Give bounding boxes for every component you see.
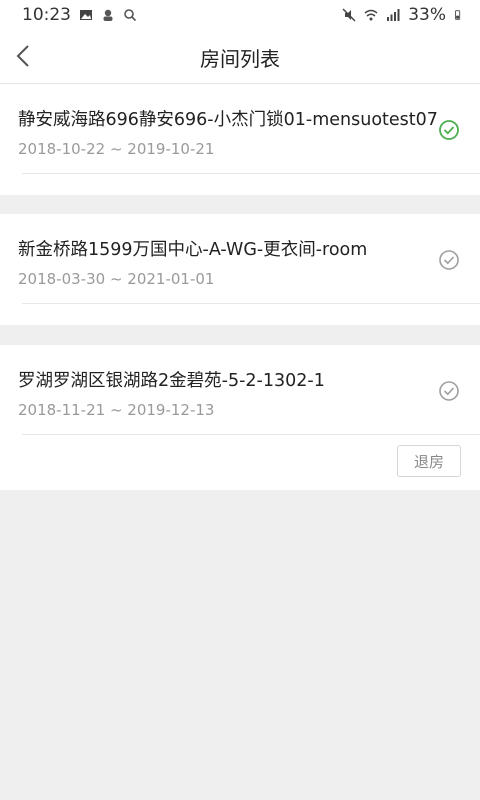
- room-card[interactable]: 罗湖罗湖区银湖路2金碧苑-5-2-1302-1 2018-11-21 ~ 201…: [0, 345, 480, 490]
- room-dates: 2018-03-30 ~ 2021-01-01: [18, 270, 215, 288]
- back-button[interactable]: [8, 40, 40, 72]
- page-title: 房间列表: [200, 46, 280, 71]
- room-card[interactable]: 静安威海路696静安696-小杰门锁01-mensuotest07 2018-1…: [0, 84, 480, 195]
- check-circle-icon[interactable]: [438, 249, 460, 271]
- search-icon: [124, 9, 137, 22]
- status-time: 10:23: [22, 5, 71, 25]
- checkout-button[interactable]: 退房: [397, 445, 461, 477]
- room-name: 新金桥路1599万国中心-A-WG-更衣间-room: [18, 240, 368, 260]
- signal-icon: [387, 9, 400, 21]
- check-circle-icon[interactable]: [438, 380, 460, 402]
- battery-icon: [455, 10, 461, 20]
- room-name: 罗湖罗湖区银湖路2金碧苑-5-2-1302-1: [18, 371, 325, 391]
- status-bar: 10:23 33%: [0, 0, 480, 30]
- room-dates: 2018-11-21 ~ 2019-12-13: [18, 401, 215, 419]
- room-dates: 2018-10-22 ~ 2019-10-21: [18, 140, 215, 158]
- divider: [22, 434, 480, 435]
- battery-percent: 33%: [408, 5, 446, 25]
- divider: [22, 173, 480, 174]
- wifi-icon: [364, 9, 378, 21]
- divider: [22, 303, 480, 304]
- mute-icon: [342, 8, 356, 22]
- room-name: 静安威海路696静安696-小杰门锁01-mensuotest07: [18, 110, 438, 130]
- room-card[interactable]: 新金桥路1599万国中心-A-WG-更衣间-room 2018-03-30 ~ …: [0, 214, 480, 325]
- app-notification-icon: [103, 9, 113, 21]
- image-icon: [80, 10, 92, 20]
- chevron-left-icon: [16, 45, 29, 67]
- app-header: 房间列表: [0, 30, 480, 84]
- check-circle-icon[interactable]: [438, 119, 460, 141]
